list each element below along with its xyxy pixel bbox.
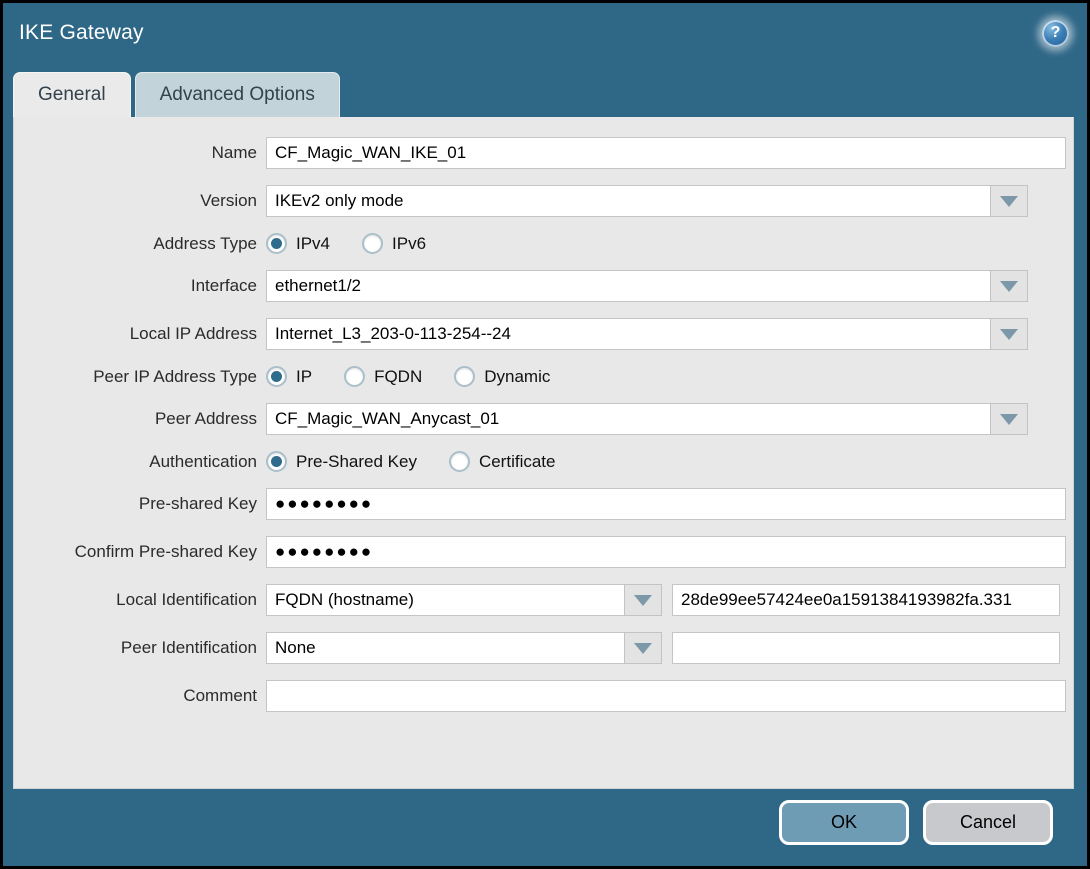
ok-button[interactable]: OK [779,800,909,845]
radio-button-icon[interactable] [266,233,287,254]
version-dropdown [266,185,1028,217]
row-comment: Comment [14,680,1073,712]
radio-dynamic[interactable]: Dynamic [454,366,550,387]
row-peer-address: Peer Address [14,403,1073,435]
radio-button-icon[interactable] [266,366,287,387]
radio-pre-shared-key-label: Pre-Shared Key [296,451,417,471]
radio-certificate[interactable]: Certificate [448,451,556,472]
chevron-down-icon [1000,280,1018,292]
interface-label: Interface [190,276,257,295]
local-ip-address-label: Local IP Address [129,324,257,343]
row-interface: Interface [14,270,1073,302]
peer-identification-type-dropdown [266,632,662,664]
name-label: Name [211,143,257,162]
radio-ipv6-label: IPv6 [392,233,427,253]
radio-ip[interactable]: IP [266,366,312,387]
peer-address-dropdown [266,403,1028,435]
interface-dropdown [266,270,1028,302]
radio-certificate-label: Certificate [478,451,556,471]
row-peer-ip-address-type: Peer IP Address Type IP FQDN Dynamic [14,366,1073,387]
tab-general[interactable]: General [13,72,131,117]
local-ip-address-input[interactable] [266,318,990,350]
authentication-label: Authentication [149,451,257,471]
ike-gateway-dialog: IKE Gateway ? General Advanced Options N… [0,0,1090,869]
chevron-down-icon [1000,195,1018,207]
row-local-identification: Local Identification [14,584,1073,616]
radio-fqdn-label: FQDN [374,366,423,386]
radio-button-icon[interactable] [362,233,384,254]
row-peer-identification: Peer Identification [14,632,1073,664]
radio-ip-label: IP [296,366,313,386]
help-icon[interactable]: ? [1042,19,1069,47]
radio-dynamic-label: Dynamic [484,366,551,386]
general-tab-panel: Name Version Address Type IPv4 IPv6 [13,117,1074,789]
tab-advanced-options[interactable]: Advanced Options [134,72,340,117]
local-ip-address-dropdown [266,318,1028,350]
radio-button-icon[interactable] [344,366,366,387]
name-input[interactable] [266,137,1066,169]
peer-identification-type-input[interactable] [266,632,624,664]
radio-button-icon[interactable] [448,451,470,472]
peer-identification-dropdown-button[interactable] [624,632,662,664]
radio-ipv4[interactable]: IPv4 [266,233,330,254]
radio-ipv6[interactable]: IPv6 [362,233,426,254]
confirm-pre-shared-key-label: Confirm Pre-shared Key [74,542,257,561]
chevron-down-icon [1000,328,1018,340]
radio-ipv4-label: IPv4 [296,233,331,253]
dialog-footer: OK Cancel [3,789,1087,866]
row-local-ip-address: Local IP Address [14,318,1073,350]
peer-identification-value-input[interactable] [672,632,1060,664]
cancel-button[interactable]: Cancel [923,800,1053,845]
version-label: Version [200,191,257,210]
address-type-radio-group: IPv4 IPv6 [266,233,458,254]
row-confirm-pre-shared-key: Confirm Pre-shared Key [14,536,1073,568]
dialog-title: IKE Gateway [19,21,144,44]
comment-label: Comment [183,686,257,705]
row-name: Name [14,137,1073,169]
authentication-radio-group: Pre-Shared Key Certificate [266,451,587,472]
local-identification-dropdown-button[interactable] [624,584,662,616]
pre-shared-key-input[interactable] [266,488,1066,520]
peer-address-dropdown-button[interactable] [990,403,1028,435]
radio-button-icon[interactable] [266,451,287,472]
local-identification-type-dropdown [266,584,662,616]
address-type-label: Address Type [153,233,257,253]
local-identification-type-input[interactable] [266,584,624,616]
peer-address-input[interactable] [266,403,990,435]
interface-dropdown-button[interactable] [990,270,1028,302]
local-identification-value-input[interactable] [672,584,1060,616]
dialog-titlebar: IKE Gateway ? [3,3,1087,63]
local-identification-label: Local Identification [116,590,257,609]
row-authentication: Authentication Pre-Shared Key Certificat… [14,451,1073,472]
radio-button-icon[interactable] [454,366,476,387]
pre-shared-key-label: Pre-shared Key [138,494,257,513]
row-version: Version [14,185,1073,217]
peer-identification-label: Peer Identification [120,638,257,657]
chevron-down-icon [1000,413,1018,425]
row-address-type: Address Type IPv4 IPv6 [14,233,1073,254]
chevron-down-icon [634,642,652,654]
peer-address-label: Peer Address [154,409,257,428]
radio-fqdn[interactable]: FQDN [344,366,422,387]
row-pre-shared-key: Pre-shared Key [14,488,1073,520]
tab-bar: General Advanced Options [3,63,1087,117]
local-ip-address-dropdown-button[interactable] [990,318,1028,350]
peer-ip-address-type-radio-group: IP FQDN Dynamic [266,366,582,387]
comment-input[interactable] [266,680,1066,712]
confirm-pre-shared-key-input[interactable] [266,536,1066,568]
chevron-down-icon [634,594,652,606]
interface-input[interactable] [266,270,990,302]
radio-pre-shared-key[interactable]: Pre-Shared Key [266,451,417,472]
peer-ip-address-type-label: Peer IP Address Type [93,366,257,386]
version-input[interactable] [266,185,990,217]
version-dropdown-button[interactable] [990,185,1028,217]
